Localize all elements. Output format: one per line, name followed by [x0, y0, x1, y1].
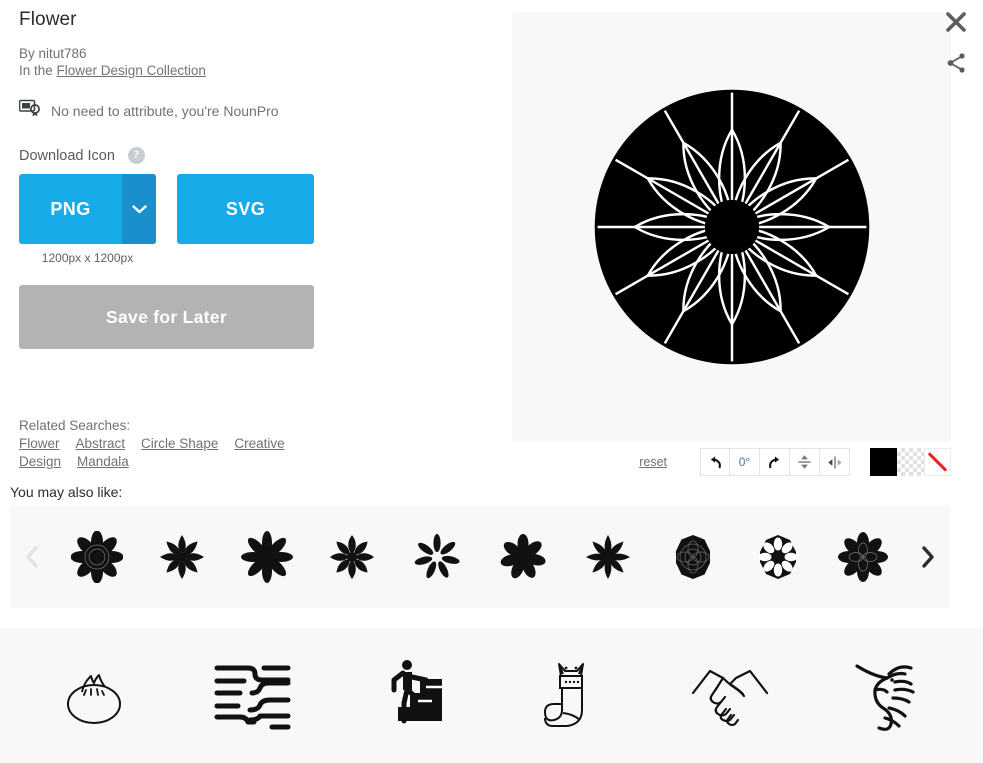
thumb-flower-4[interactable]	[326, 531, 378, 583]
reset-link[interactable]: reset	[639, 455, 667, 469]
png-label[interactable]: PNG	[19, 174, 122, 244]
flower-mandala-artwork	[594, 89, 869, 365]
icon-preview-panel	[512, 12, 951, 442]
author-name: By nitut786	[19, 46, 87, 61]
svg-download-button[interactable]: SVG	[177, 174, 314, 244]
related-tag[interactable]: Circle Shape	[141, 435, 218, 453]
related-searches-heading: Related Searches:	[19, 418, 131, 433]
color-swatch-group	[870, 448, 951, 476]
rotate-left-icon[interactable]	[700, 448, 730, 476]
swatch-no-color[interactable]	[924, 448, 951, 476]
thumb-flower-3[interactable]	[240, 531, 293, 583]
swatch-transparent[interactable]	[897, 448, 924, 476]
rotation-value-field[interactable]: 0°	[730, 448, 760, 476]
flip-vertical-icon[interactable]	[790, 448, 820, 476]
related-tag-list: Flower Abstract Circle Shape Creative De…	[19, 435, 297, 471]
download-icon-label: Download Icon	[19, 147, 115, 164]
share-icon[interactable]	[946, 52, 967, 74]
icon-detail-page: Flower By nitut786 In the Flower Design …	[0, 0, 983, 763]
thumb-flower-2[interactable]	[156, 531, 208, 583]
related-tag[interactable]: Flower	[19, 435, 60, 453]
certificate-badge-icon	[18, 99, 42, 122]
thumb-flower-7[interactable]	[582, 531, 634, 583]
flip-horizontal-icon[interactable]	[820, 448, 850, 476]
detail-left-column: Flower By nitut786 In the Flower Design …	[0, 0, 512, 480]
image-editor-toolbar: reset 0°	[512, 448, 951, 476]
related-tag[interactable]: Abstract	[76, 435, 126, 453]
chevron-right-icon[interactable]	[906, 506, 950, 608]
chevron-left-icon[interactable]	[10, 506, 54, 608]
dumpling-icon[interactable]	[54, 656, 134, 736]
swatch-black[interactable]	[870, 448, 897, 476]
related-icons-carousel	[10, 506, 950, 608]
thumb-flower-6[interactable]	[497, 531, 549, 583]
chevron-down-icon[interactable]	[122, 174, 156, 244]
person-climbing-stairs-icon[interactable]	[372, 656, 452, 736]
attribution-text: No need to attribute, you're NounPro	[51, 102, 279, 119]
in-the-label: In the	[19, 63, 53, 78]
png-size-label: 1200px x 1200px	[41, 251, 134, 265]
thumb-flower-9[interactable]	[752, 531, 804, 583]
attribution-row: No need to attribute, you're NounPro	[18, 99, 279, 122]
related-searches: Related Searches: Flower Abstract Circle…	[19, 418, 319, 471]
related-tag[interactable]: Creative	[234, 435, 284, 453]
you-may-also-like-heading: You may also like:	[10, 484, 123, 500]
seahorse-icon[interactable]	[849, 656, 929, 736]
save-for-later-button[interactable]: Save for Later	[19, 285, 314, 349]
png-download-button[interactable]: PNG	[19, 174, 156, 244]
bottom-icon-track	[0, 656, 983, 736]
thumb-flower-10[interactable]	[837, 531, 889, 583]
question-mark-icon[interactable]: ?	[127, 147, 145, 164]
bottom-icon-strip	[0, 628, 983, 763]
transform-tool-group: 0°	[700, 448, 850, 476]
carousel-track	[54, 506, 906, 608]
thumb-flower-1[interactable]	[70, 531, 123, 583]
close-icon[interactable]	[944, 10, 968, 34]
author-block: By nitut786 In the Flower Design Collect…	[19, 45, 206, 79]
download-section-label-row: Download Icon ?	[19, 147, 145, 164]
related-tag[interactable]: Mandala	[77, 453, 129, 471]
cat-sock-icon[interactable]	[531, 656, 611, 736]
rotation-value: 0°	[738, 455, 751, 469]
thumb-flower-8[interactable]	[667, 531, 719, 583]
page-title: Flower	[19, 9, 77, 30]
abstract-lines-icon[interactable]	[213, 656, 293, 736]
thumb-flower-5[interactable]	[411, 531, 463, 583]
rotate-right-icon[interactable]	[760, 448, 790, 476]
collection-link[interactable]: Flower Design Collection	[57, 63, 206, 78]
handshake-icon[interactable]	[690, 656, 770, 736]
related-tag[interactable]: Design	[19, 453, 61, 471]
